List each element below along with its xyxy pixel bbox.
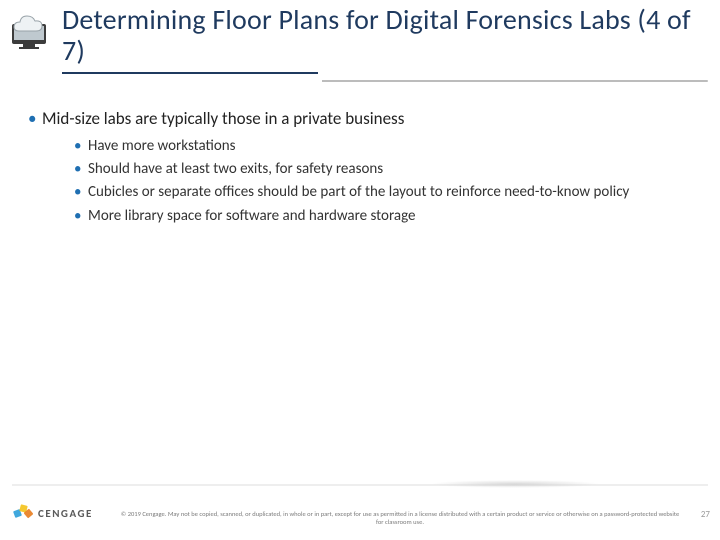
copyright-text: © 2019 Cengage. May not be copied, scann… [120,510,680,526]
title-underline [62,72,318,74]
bullet-level-2: • Should have at least two exits, for sa… [74,160,696,179]
title-divider [62,80,708,82]
slide-title: Determining Floor Plans for Digital Fore… [62,4,704,67]
bullet-level-1: • Mid-size labs are typically those in a… [28,108,696,129]
page-number: 27 [701,509,710,520]
brand-name: CENGAGE [38,507,93,520]
bullet-dot: • [74,160,88,179]
slide-body: • Mid-size labs are typically those in a… [28,108,696,230]
bullet-text: Should have at least two exits, for safe… [88,160,696,179]
bullet-level-2: • Cubicles or separate offices should be… [74,183,696,202]
footer-divider [12,484,708,486]
slide: Determining Floor Plans for Digital Fore… [0,0,720,540]
bullet-text: Mid-size labs are typically those in a p… [42,108,696,129]
bullet-text: Have more workstations [88,137,696,156]
bullet-dot: • [74,207,88,226]
brand-mark-icon [14,504,32,522]
bullet-dot: • [74,183,88,202]
bullet-level-2-list: • Have more workstations • Should have a… [74,137,696,226]
bullet-dot: • [74,137,88,156]
bullet-text: More library space for software and hard… [88,207,696,226]
brand-logo: CENGAGE [14,504,93,522]
bullet-level-2: • More library space for software and ha… [74,207,696,226]
bullet-level-2: • Have more workstations [74,137,696,156]
footer-accent [430,480,600,488]
bullet-dot: • [28,108,42,129]
cloud-monitor-icon [6,14,52,50]
bullet-text: Cubicles or separate offices should be p… [88,183,696,202]
